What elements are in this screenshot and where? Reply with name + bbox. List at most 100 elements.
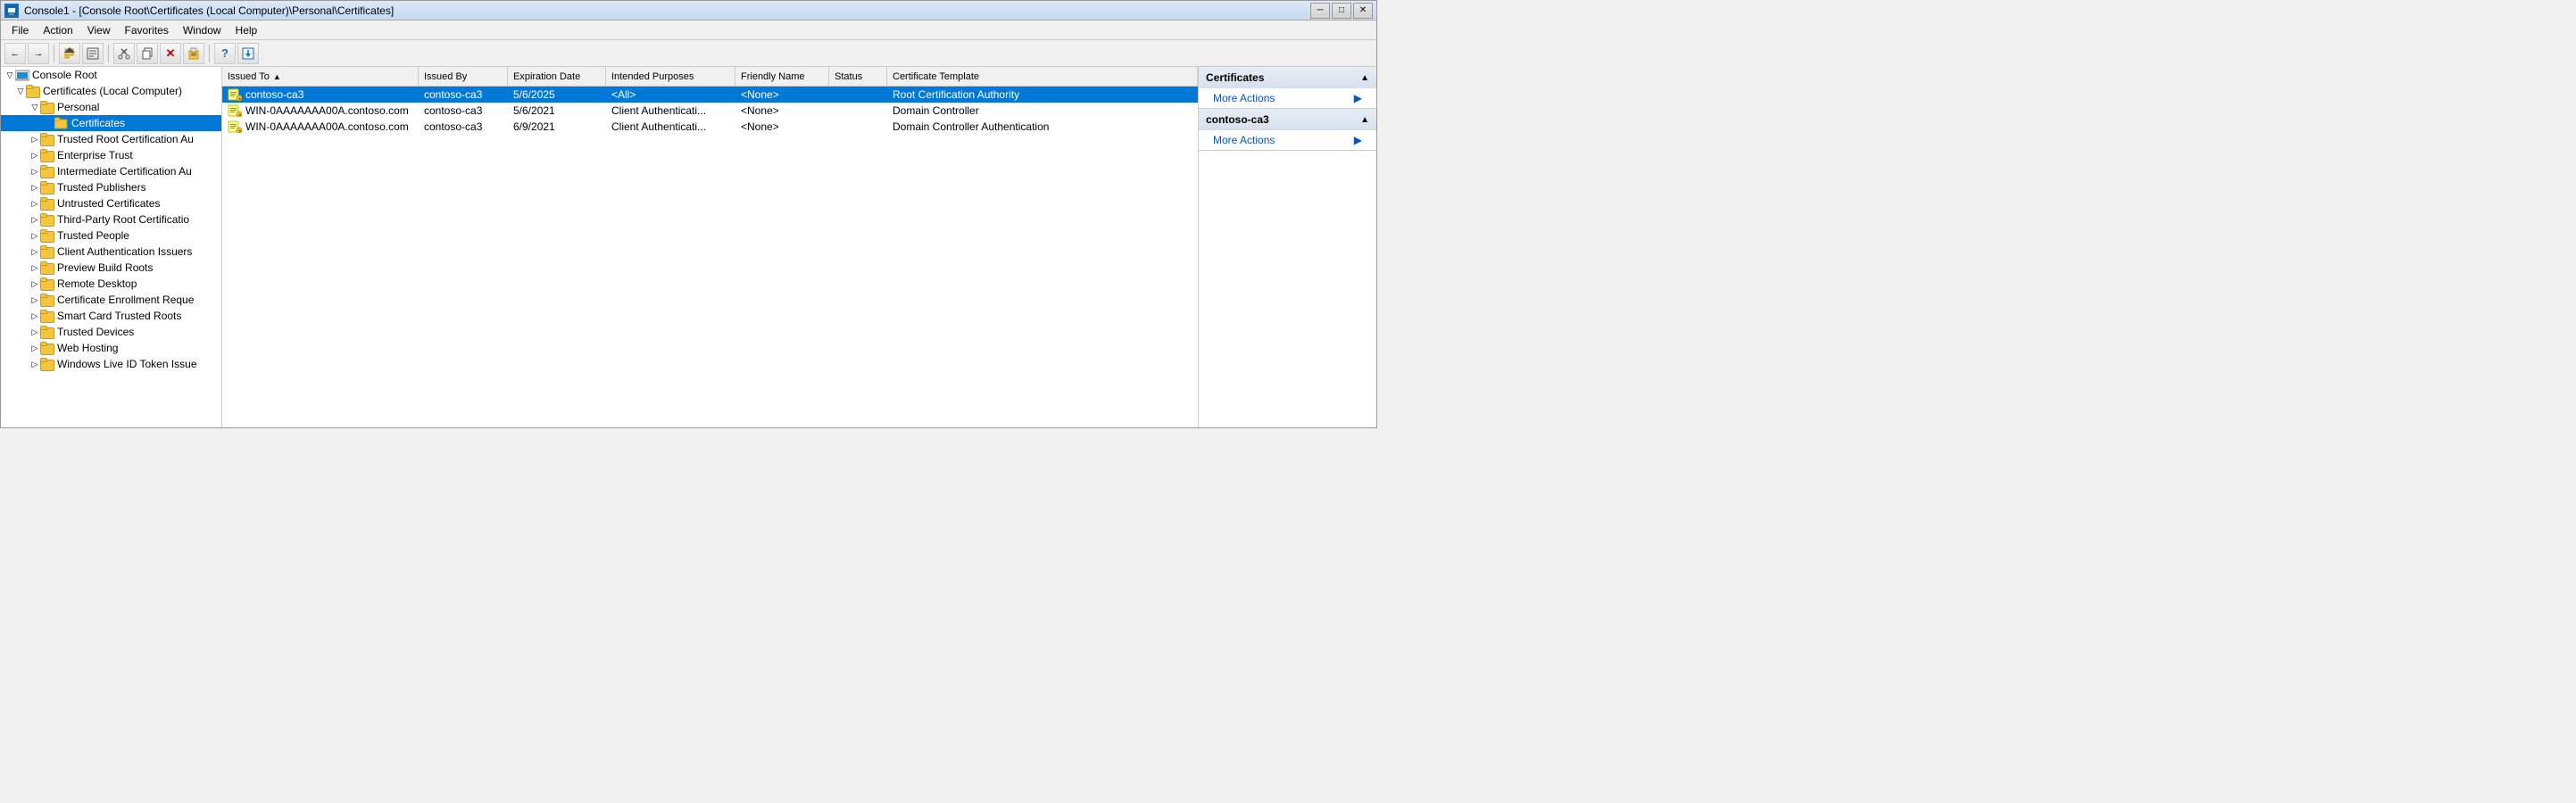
- cell-status-1: [829, 94, 887, 95]
- menu-favorites[interactable]: Favorites: [118, 21, 176, 39]
- expand-trusted-publishers[interactable]: ▷: [29, 182, 40, 193]
- tree-label-web-hosting: Web Hosting: [57, 342, 118, 354]
- expand-personal[interactable]: ▽: [29, 102, 40, 112]
- collapse-arrow-certificates: ▲: [1360, 73, 1369, 83]
- list-header: Issued To ▲ Issued By Expiration Date In…: [222, 67, 1198, 87]
- expand-certificates: [44, 118, 54, 128]
- expand-untrusted-certs[interactable]: ▷: [29, 198, 40, 209]
- restore-button[interactable]: □: [1332, 3, 1351, 19]
- tree-item-remote-desktop[interactable]: ▷ Remote Desktop: [1, 276, 221, 292]
- expand-intermediate-cert[interactable]: ▷: [29, 166, 40, 177]
- delete-button[interactable]: ✕: [160, 43, 181, 64]
- title-bar: Console1 - [Console Root\Certificates (L…: [1, 1, 1376, 21]
- tree-item-cert-local[interactable]: ▽ Certificates (Local Computer): [1, 83, 221, 99]
- cell-expiration-2: 5/6/2021: [508, 103, 606, 118]
- cut-button[interactable]: [113, 43, 135, 64]
- col-header-expiration[interactable]: Expiration Date: [508, 67, 606, 86]
- folder-icon-trusted-publishers: [40, 181, 54, 194]
- main-window: Console1 - [Console Root\Certificates (L…: [0, 0, 1377, 428]
- cell-cert-template-3: Domain Controller Authentication: [887, 120, 1198, 134]
- tree-item-enterprise-trust[interactable]: ▷ Enterprise Trust: [1, 147, 221, 163]
- tree-label-trusted-people: Trusted People: [57, 229, 129, 242]
- tree-item-untrusted-certs[interactable]: ▷ Untrusted Certificates: [1, 195, 221, 211]
- minimize-button[interactable]: ─: [1310, 3, 1330, 19]
- tree-label-client-auth: Client Authentication Issuers: [57, 245, 192, 258]
- copy-button[interactable]: [137, 43, 158, 64]
- help-button[interactable]: ?: [214, 43, 236, 64]
- col-header-status[interactable]: Status: [829, 67, 887, 86]
- tree-item-intermediate-cert[interactable]: ▷ Intermediate Certification Au: [1, 163, 221, 179]
- tree-item-trusted-devices[interactable]: ▷ Trusted Devices: [1, 324, 221, 340]
- paste-button[interactable]: [183, 43, 204, 64]
- menu-action[interactable]: Action: [36, 21, 79, 39]
- col-header-issued-by[interactable]: Issued By: [419, 67, 508, 86]
- folder-icon-untrusted-certs: [40, 197, 54, 210]
- col-header-purposes[interactable]: Intended Purposes: [606, 67, 735, 86]
- tree-label-trusted-root: Trusted Root Certification Au: [57, 133, 194, 145]
- forward-button[interactable]: →: [28, 43, 49, 64]
- col-header-issued-to[interactable]: Issued To ▲: [222, 67, 419, 86]
- actions-title-certificates[interactable]: Certificates ▲: [1199, 67, 1376, 88]
- col-header-cert-template[interactable]: Certificate Template: [887, 67, 1198, 86]
- expand-trusted-devices[interactable]: ▷: [29, 327, 40, 337]
- expand-cert-enrollment[interactable]: ▷: [29, 294, 40, 305]
- col-header-friendly-name[interactable]: Friendly Name: [735, 67, 829, 86]
- expand-preview-build[interactable]: ▷: [29, 262, 40, 273]
- svg-text:★: ★: [238, 113, 243, 118]
- expand-third-party[interactable]: ▷: [29, 214, 40, 225]
- tree-item-trusted-root[interactable]: ▷ Trusted Root Certification Au: [1, 131, 221, 147]
- tree-item-cert-enrollment[interactable]: ▷ Certificate Enrollment Reque: [1, 292, 221, 308]
- properties-button[interactable]: [82, 43, 104, 64]
- tree-label-untrusted-certs: Untrusted Certificates: [57, 197, 160, 210]
- tree-item-console-root[interactable]: ▽ Console Root: [1, 67, 221, 83]
- tree-item-trusted-people[interactable]: ▷ Trusted People: [1, 228, 221, 244]
- table-row[interactable]: ★ WIN-0AAAAAAA00A.contoso.com contoso-ca…: [222, 103, 1198, 119]
- expand-cert-local[interactable]: ▽: [15, 86, 26, 96]
- table-row[interactable]: ★ WIN-0AAAAAAA00A.contoso.com contoso-ca…: [222, 119, 1198, 135]
- folder-icon-remote-desktop: [40, 277, 54, 290]
- actions-section-certificates: Certificates ▲ More Actions ▶: [1199, 67, 1376, 109]
- cell-purposes-2: Client Authenticati...: [606, 103, 735, 118]
- folder-icon-trusted-people: [40, 229, 54, 242]
- export-button[interactable]: [237, 43, 259, 64]
- tree-label-preview-build: Preview Build Roots: [57, 261, 153, 274]
- cell-cert-template-1: Root Certification Authority: [887, 87, 1198, 102]
- up-button[interactable]: [59, 43, 80, 64]
- back-button[interactable]: ←: [4, 43, 26, 64]
- close-button[interactable]: ✕: [1353, 3, 1373, 19]
- expand-smart-card[interactable]: ▷: [29, 310, 40, 321]
- expand-client-auth[interactable]: ▷: [29, 246, 40, 257]
- tree-item-preview-build[interactable]: ▷ Preview Build Roots: [1, 260, 221, 276]
- tree-item-trusted-publishers[interactable]: ▷ Trusted Publishers: [1, 179, 221, 195]
- expand-trusted-people[interactable]: ▷: [29, 230, 40, 241]
- tree-item-windows-live[interactable]: ▷ Windows Live ID Token Issue: [1, 356, 221, 372]
- expand-remote-desktop[interactable]: ▷: [29, 278, 40, 289]
- actions-more-actions-2[interactable]: More Actions ▶: [1199, 130, 1376, 150]
- tree-item-certificates[interactable]: Certificates: [1, 115, 221, 131]
- tree-item-third-party[interactable]: ▷ Third-Party Root Certificatio: [1, 211, 221, 228]
- list-body[interactable]: ★ contoso-ca3 contoso-ca3 5/6/2025 <All>…: [222, 87, 1198, 427]
- menu-view[interactable]: View: [80, 21, 118, 39]
- expand-web-hosting[interactable]: ▷: [29, 343, 40, 353]
- expand-trusted-root[interactable]: ▷: [29, 134, 40, 145]
- actions-more-actions-1[interactable]: More Actions ▶: [1199, 88, 1376, 108]
- folder-icon-personal: [40, 101, 54, 113]
- expand-windows-live[interactable]: ▷: [29, 359, 40, 369]
- cell-issued-by-1: contoso-ca3: [419, 87, 508, 102]
- menu-help[interactable]: Help: [229, 21, 265, 39]
- tree-label-cert-local: Certificates (Local Computer): [43, 85, 182, 97]
- expand-enterprise-trust[interactable]: ▷: [29, 150, 40, 161]
- cell-friendly-name-3: <None>: [735, 120, 829, 134]
- tree-item-smart-card[interactable]: ▷ Smart Card Trusted Roots: [1, 308, 221, 324]
- actions-title-contoso[interactable]: contoso-ca3 ▲: [1199, 109, 1376, 130]
- menu-file[interactable]: File: [4, 21, 36, 39]
- tree-item-web-hosting[interactable]: ▷ Web Hosting: [1, 340, 221, 356]
- tree-item-client-auth[interactable]: ▷ Client Authentication Issuers: [1, 244, 221, 260]
- tree-label-trusted-publishers: Trusted Publishers: [57, 181, 146, 194]
- table-row[interactable]: ★ contoso-ca3 contoso-ca3 5/6/2025 <All>…: [222, 87, 1198, 103]
- tree-panel[interactable]: ▽ Console Root ▽ Certificates (Local Com…: [1, 67, 222, 427]
- menu-window[interactable]: Window: [176, 21, 229, 39]
- expand-console-root[interactable]: ▽: [4, 70, 15, 80]
- tree-item-personal[interactable]: ▽ Personal: [1, 99, 221, 115]
- tree-label-smart-card: Smart Card Trusted Roots: [57, 310, 181, 322]
